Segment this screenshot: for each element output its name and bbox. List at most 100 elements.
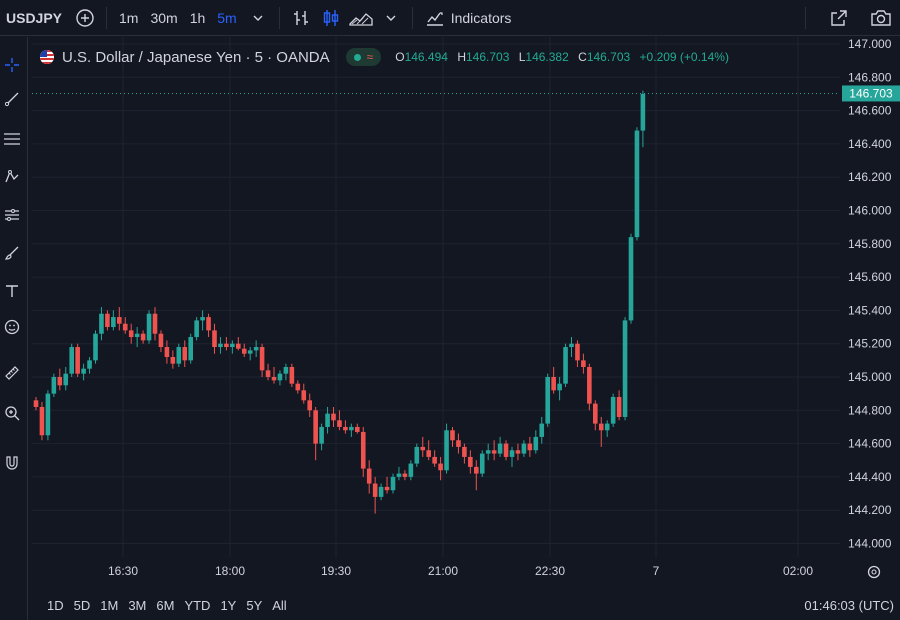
- candle: [63, 367, 69, 391]
- time-tick-label: 02:00: [783, 564, 813, 578]
- candle: [349, 423, 354, 437]
- candle: [569, 337, 574, 358]
- candle-body: [456, 440, 461, 447]
- magnet-icon[interactable]: [0, 451, 24, 475]
- interval-1h[interactable]: 1h: [184, 10, 212, 26]
- candle-body: [93, 333, 98, 361]
- candle-body: [212, 330, 217, 348]
- candle-body: [366, 468, 372, 484]
- range-ytd[interactable]: YTD: [179, 598, 215, 613]
- candle-body: [509, 450, 515, 457]
- toolbar-divider: [278, 6, 280, 29]
- price-tick-label: 145.000: [848, 370, 892, 384]
- symbol-search[interactable]: USDJPY: [6, 10, 70, 26]
- zoom-in-icon[interactable]: [0, 401, 24, 425]
- fib-retracement-icon[interactable]: [0, 127, 24, 151]
- range-6m[interactable]: 6M: [151, 598, 179, 613]
- candle: [640, 90, 646, 148]
- interval-30m[interactable]: 30m: [144, 10, 183, 26]
- prediction-icon[interactable]: [0, 203, 24, 227]
- candle-body: [253, 347, 259, 351]
- indicators-icon: [426, 11, 443, 26]
- candle: [396, 466, 402, 481]
- open-label: O: [395, 50, 405, 64]
- crosshair-icon[interactable]: [0, 53, 24, 77]
- range-1m[interactable]: 1M: [95, 598, 123, 613]
- candle-body: [69, 347, 74, 374]
- pattern-icon[interactable]: [0, 165, 24, 189]
- candle-body: [265, 370, 271, 377]
- candle: [563, 343, 568, 387]
- candle-body: [640, 93, 646, 131]
- candle: [87, 357, 92, 374]
- candle: [479, 450, 485, 477]
- candle: [545, 373, 550, 427]
- candle: [355, 423, 360, 434]
- candle: [432, 450, 437, 467]
- candle: [414, 443, 420, 467]
- area-style-icon[interactable]: [346, 3, 376, 33]
- ruler-icon[interactable]: [0, 361, 24, 385]
- candle: [158, 330, 164, 353]
- utc-clock[interactable]: 01:46:03 (UTC): [804, 598, 894, 613]
- candle: [39, 401, 45, 441]
- range-1y[interactable]: 1Y: [215, 598, 241, 613]
- text-tool-icon[interactable]: [0, 279, 24, 303]
- candle: [539, 416, 545, 444]
- candle: [212, 323, 217, 354]
- candle: [372, 476, 378, 514]
- range-3m[interactable]: 3M: [123, 598, 151, 613]
- trend-line-icon[interactable]: [0, 87, 24, 111]
- range-all[interactable]: All: [267, 598, 291, 613]
- chart-pane[interactable]: 147.000 146.800 146.600 146.400 146.200 146.0…: [32, 37, 900, 620]
- candle-body: [247, 350, 253, 354]
- interval-5m[interactable]: 5m: [211, 10, 242, 26]
- candle: [337, 410, 342, 431]
- candle-body: [164, 347, 170, 358]
- close-label: C: [578, 50, 587, 64]
- time-axis-settings-icon[interactable]: [867, 565, 881, 579]
- candle-body: [551, 377, 556, 391]
- time-tick-label: 7: [653, 564, 660, 578]
- price-chart[interactable]: 147.000 146.800 146.600 146.400 146.200 146.0…: [32, 37, 900, 590]
- emoji-icon[interactable]: [0, 315, 24, 339]
- candle-body: [408, 463, 414, 477]
- camera-icon[interactable]: [866, 3, 896, 33]
- candle: [509, 446, 515, 467]
- candle: [420, 436, 426, 457]
- interval-1m[interactable]: 1m: [113, 10, 144, 26]
- candle-body: [271, 377, 277, 381]
- price-axis: 147.000 146.800 146.600 146.400 146.200 146.0…: [848, 37, 892, 551]
- last-price-label: 146.703: [842, 85, 900, 102]
- interval-dropdown-chevron-icon[interactable]: [243, 3, 273, 33]
- candles-style-icon[interactable]: [316, 3, 346, 33]
- candle: [146, 310, 152, 344]
- candle-body: [569, 343, 574, 348]
- candle: [581, 353, 586, 374]
- candle-body: [527, 443, 533, 451]
- candle: [206, 313, 211, 338]
- candle-body: [117, 317, 122, 324]
- candle-body: [182, 347, 188, 361]
- market-status-badge[interactable]: ≈: [345, 48, 382, 66]
- candle-body: [396, 473, 402, 477]
- candle-body: [128, 330, 134, 338]
- candle-body: [99, 313, 104, 334]
- indicators-button[interactable]: Indicators: [419, 8, 518, 28]
- bar-style-icon[interactable]: [286, 3, 316, 33]
- candle-body: [610, 396, 616, 424]
- candle: [575, 340, 580, 368]
- candle: [515, 443, 521, 461]
- compare-add-icon[interactable]: [70, 3, 100, 33]
- range-1d[interactable]: 1D: [42, 598, 69, 613]
- legend-title[interactable]: U.S. Dollar / Japanese Yen · 5 · OANDA: [62, 49, 330, 66]
- range-5d[interactable]: 5D: [69, 598, 96, 613]
- candle-body: [545, 377, 550, 424]
- price-tick-label: 144.600: [848, 437, 892, 451]
- fullscreen-open-icon[interactable]: [824, 3, 854, 33]
- range-5y[interactable]: 5Y: [241, 598, 267, 613]
- price-tick-label: 144.800: [848, 403, 892, 417]
- brush-icon[interactable]: [0, 241, 24, 265]
- candle-body: [295, 383, 301, 391]
- chart-type-chevron-icon[interactable]: [376, 3, 406, 33]
